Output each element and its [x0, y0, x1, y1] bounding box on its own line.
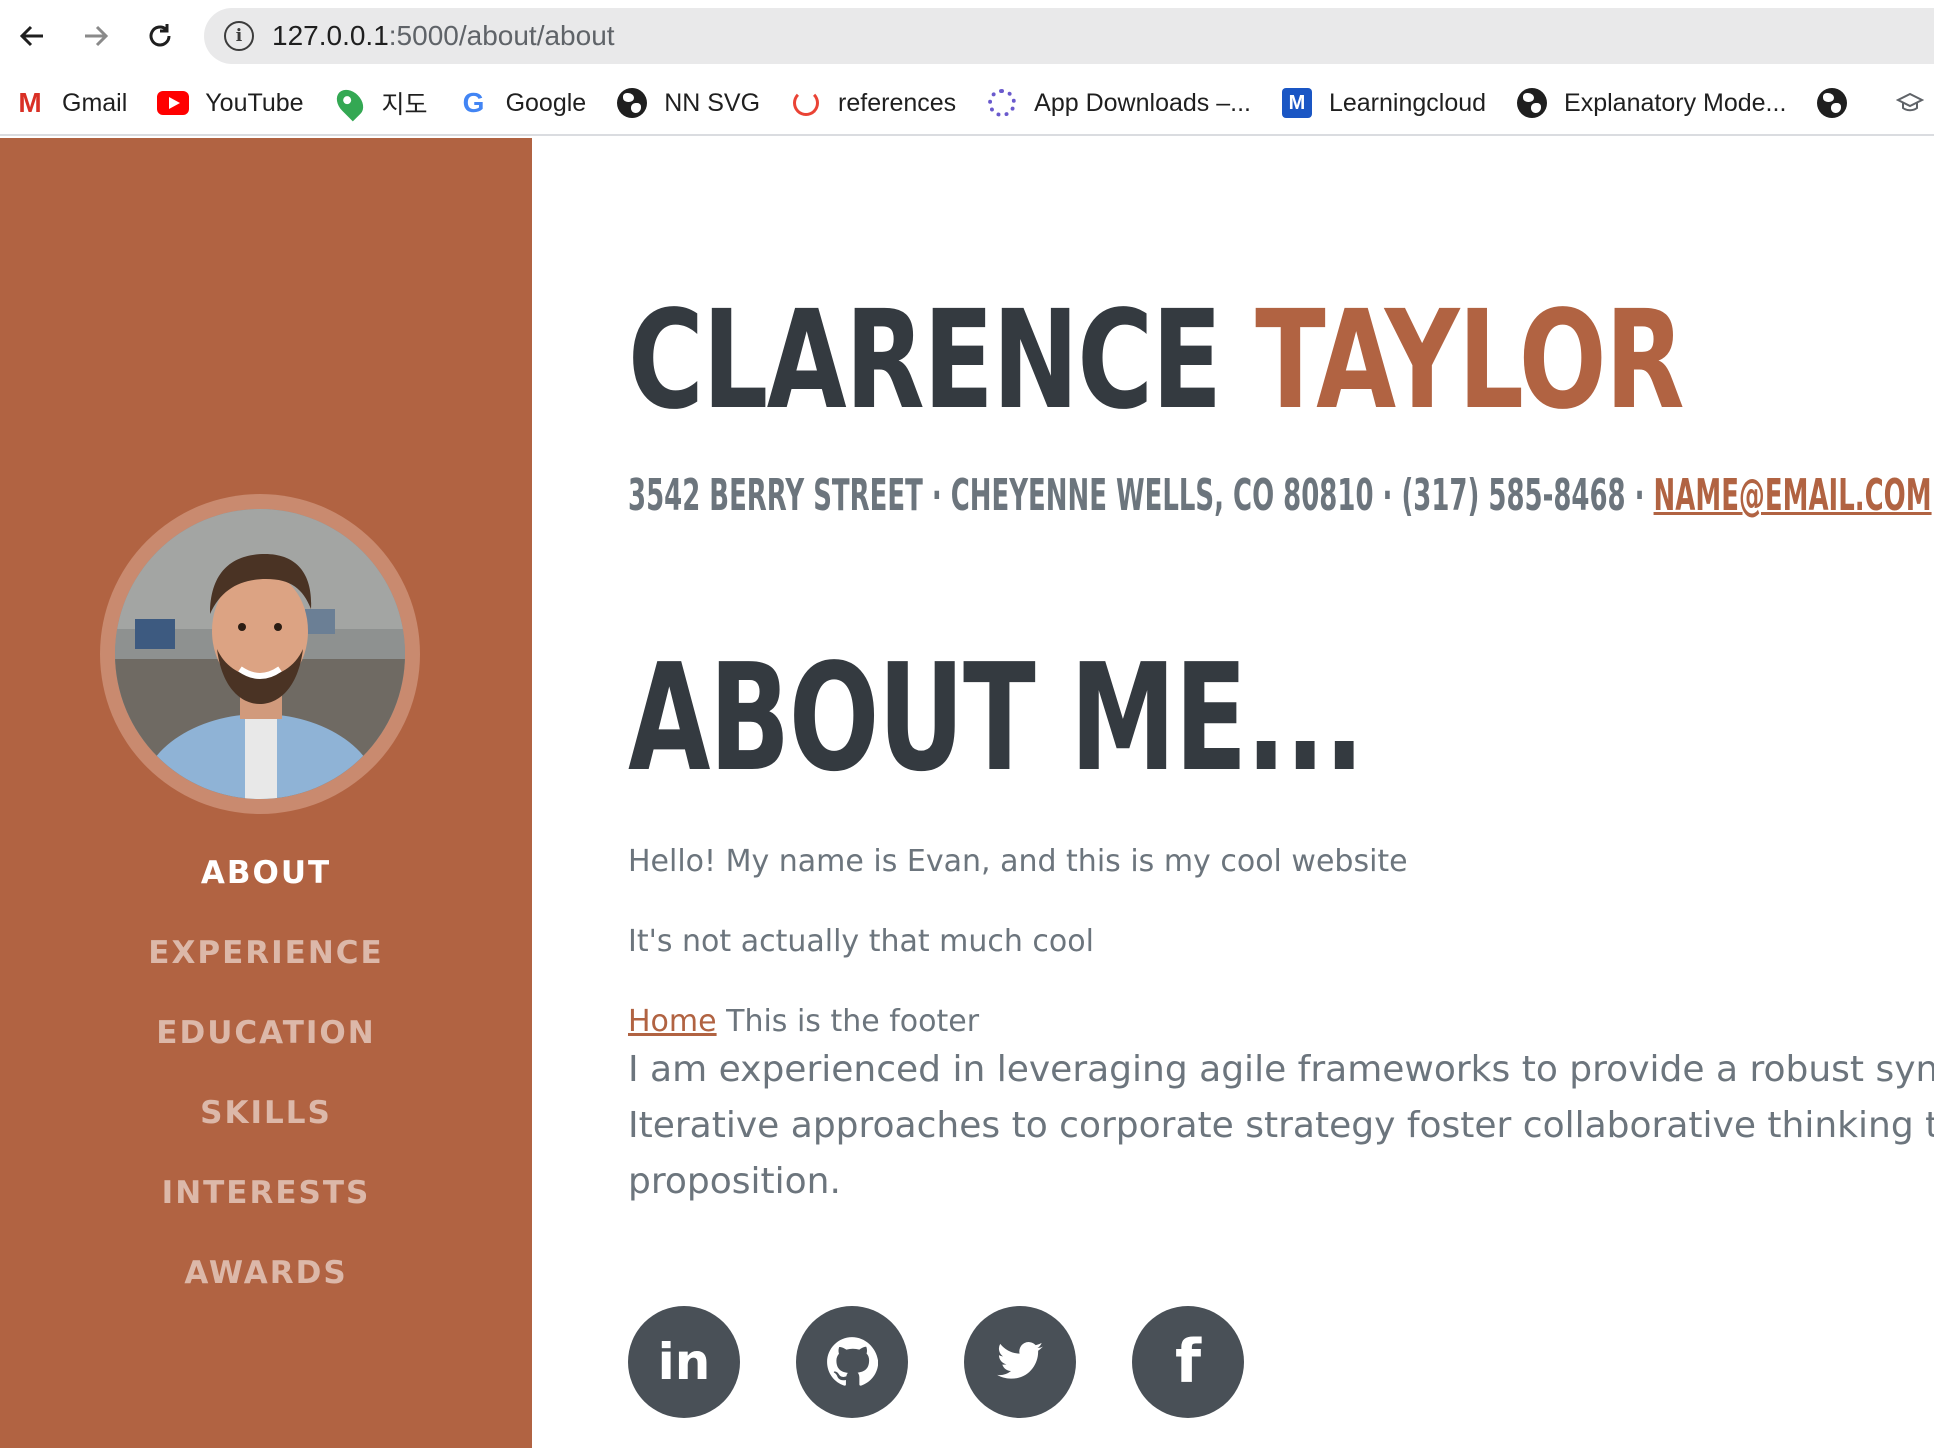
- bookmark-label: NN SVG: [664, 88, 761, 117]
- globe-icon: [1816, 87, 1848, 119]
- learningcloud-icon: M: [1281, 87, 1313, 119]
- bookmark-label: references: [838, 88, 957, 117]
- nav-item-education[interactable]: EDUCATION: [0, 993, 532, 1073]
- lead-line: Iterative approaches to corporate strate…: [628, 1105, 1934, 1146]
- email-link[interactable]: NAME@EMAIL.COM: [1654, 470, 1932, 521]
- lead-line: I am experienced in leveraging agile fra…: [628, 1049, 1934, 1090]
- bookmark-label: App Downloads –...: [1034, 88, 1251, 117]
- nav-item-experience[interactable]: EXPERIENCE: [0, 913, 532, 993]
- bookmark-label: Learningcloud: [1328, 88, 1487, 117]
- last-name: TAYLOR: [1255, 282, 1684, 440]
- bookmark-label: Gmail: [62, 88, 128, 117]
- name-heading: CLARENCE TAYLOR: [628, 286, 1685, 436]
- twitter-button[interactable]: [964, 1306, 1076, 1418]
- nav-item-interests[interactable]: INTERESTS: [0, 1153, 532, 1233]
- bookmark-explanatory-mode[interactable]: Explanatory Mode...: [1516, 87, 1786, 119]
- github-button[interactable]: [796, 1306, 908, 1418]
- youtube-icon: [157, 87, 190, 119]
- gmail-icon: M: [18, 87, 42, 118]
- linkedin-button[interactable]: in: [628, 1306, 740, 1418]
- nav-item-awards[interactable]: AWARDS: [0, 1233, 532, 1313]
- facebook-icon: f: [1174, 1327, 1202, 1397]
- first-name: CLARENCE: [628, 282, 1222, 440]
- bookmark-label: Explanatory Mode...: [1564, 88, 1787, 117]
- bookmark-graduation[interactable]: [1894, 87, 1934, 119]
- sidebar: ABOUT EXPERIENCE EDUCATION SKILLS INTERE…: [0, 138, 532, 1448]
- bookmarks-bar: M Gmail YouTube 지도 G Google NN SVG refer…: [0, 72, 1934, 136]
- graduation-cap-icon: [1894, 87, 1926, 119]
- github-icon: [827, 1337, 878, 1386]
- second-paragraph: It's not actually that much cool: [628, 924, 1094, 959]
- avatar: [100, 494, 420, 814]
- google-icon: G: [462, 87, 485, 118]
- browser-toolbar: i 127.0.0.1:5000/about/about: [0, 0, 1934, 72]
- globe-icon: [1516, 87, 1548, 119]
- social-icons: in f: [628, 1306, 1300, 1418]
- intro-paragraph: Hello! My name is Evan, and this is my c…: [628, 844, 1408, 879]
- forward-arrow-icon[interactable]: [70, 10, 122, 62]
- maps-icon: [331, 84, 368, 122]
- app-downloads-icon: [986, 87, 1018, 119]
- url-host: 127.0.0.1: [272, 20, 389, 51]
- bookmark-google[interactable]: G Google: [458, 87, 587, 119]
- bookmark-label: Google: [505, 88, 587, 117]
- bookmark-label: 지도: [381, 91, 428, 119]
- back-arrow-icon[interactable]: [6, 10, 58, 62]
- facebook-button[interactable]: f: [1132, 1306, 1244, 1418]
- main-content: CLARENCE TAYLOR 3542 BERRY STREET · CHEY…: [532, 138, 1934, 1448]
- site-info-icon[interactable]: i: [224, 21, 254, 51]
- reload-icon[interactable]: [134, 10, 186, 62]
- bookmark-maps[interactable]: 지도: [331, 84, 428, 122]
- bookmark-learningcloud[interactable]: M Learningcloud: [1281, 87, 1486, 119]
- bookmark-label: YouTube: [205, 88, 304, 117]
- bookmark-globe[interactable]: [1816, 87, 1864, 119]
- lead-line: proposition.: [628, 1161, 841, 1202]
- home-link[interactable]: Home: [628, 1004, 717, 1039]
- bookmark-gmail[interactable]: M Gmail: [14, 87, 127, 119]
- footer-line: Home This is the footer: [628, 1004, 979, 1039]
- url-text[interactable]: 127.0.0.1:5000/about/about: [272, 20, 615, 52]
- lead-paragraph: I am experienced in leveraging agile fra…: [628, 1042, 1934, 1210]
- nav-item-about[interactable]: ABOUT: [0, 833, 532, 913]
- contact-line: 3542 BERRY STREET · CHEYENNE WELLS, CO 8…: [628, 468, 1932, 524]
- linkedin-icon: in: [657, 1333, 711, 1391]
- nav-item-skills[interactable]: SKILLS: [0, 1073, 532, 1153]
- bookmark-app-downloads[interactable]: App Downloads –...: [986, 87, 1251, 119]
- address-text: 3542 BERRY STREET · CHEYENNE WELLS, CO 8…: [628, 470, 1654, 521]
- globe-icon: [616, 87, 648, 119]
- bookmark-references[interactable]: references: [790, 87, 956, 119]
- url-path: :5000/about/about: [388, 20, 615, 51]
- references-icon: [790, 87, 822, 119]
- about-heading: ABOUT ME...: [628, 632, 1364, 804]
- bookmark-youtube[interactable]: YouTube: [157, 87, 304, 119]
- footer-text: This is the footer: [716, 1004, 980, 1039]
- profile-photo: [115, 509, 405, 799]
- twitter-icon: [997, 1342, 1043, 1379]
- address-bar[interactable]: i 127.0.0.1:5000/about/about: [204, 8, 1934, 64]
- sidebar-nav: ABOUT EXPERIENCE EDUCATION SKILLS INTERE…: [0, 833, 532, 1313]
- bookmark-nn-svg[interactable]: NN SVG: [616, 87, 760, 119]
